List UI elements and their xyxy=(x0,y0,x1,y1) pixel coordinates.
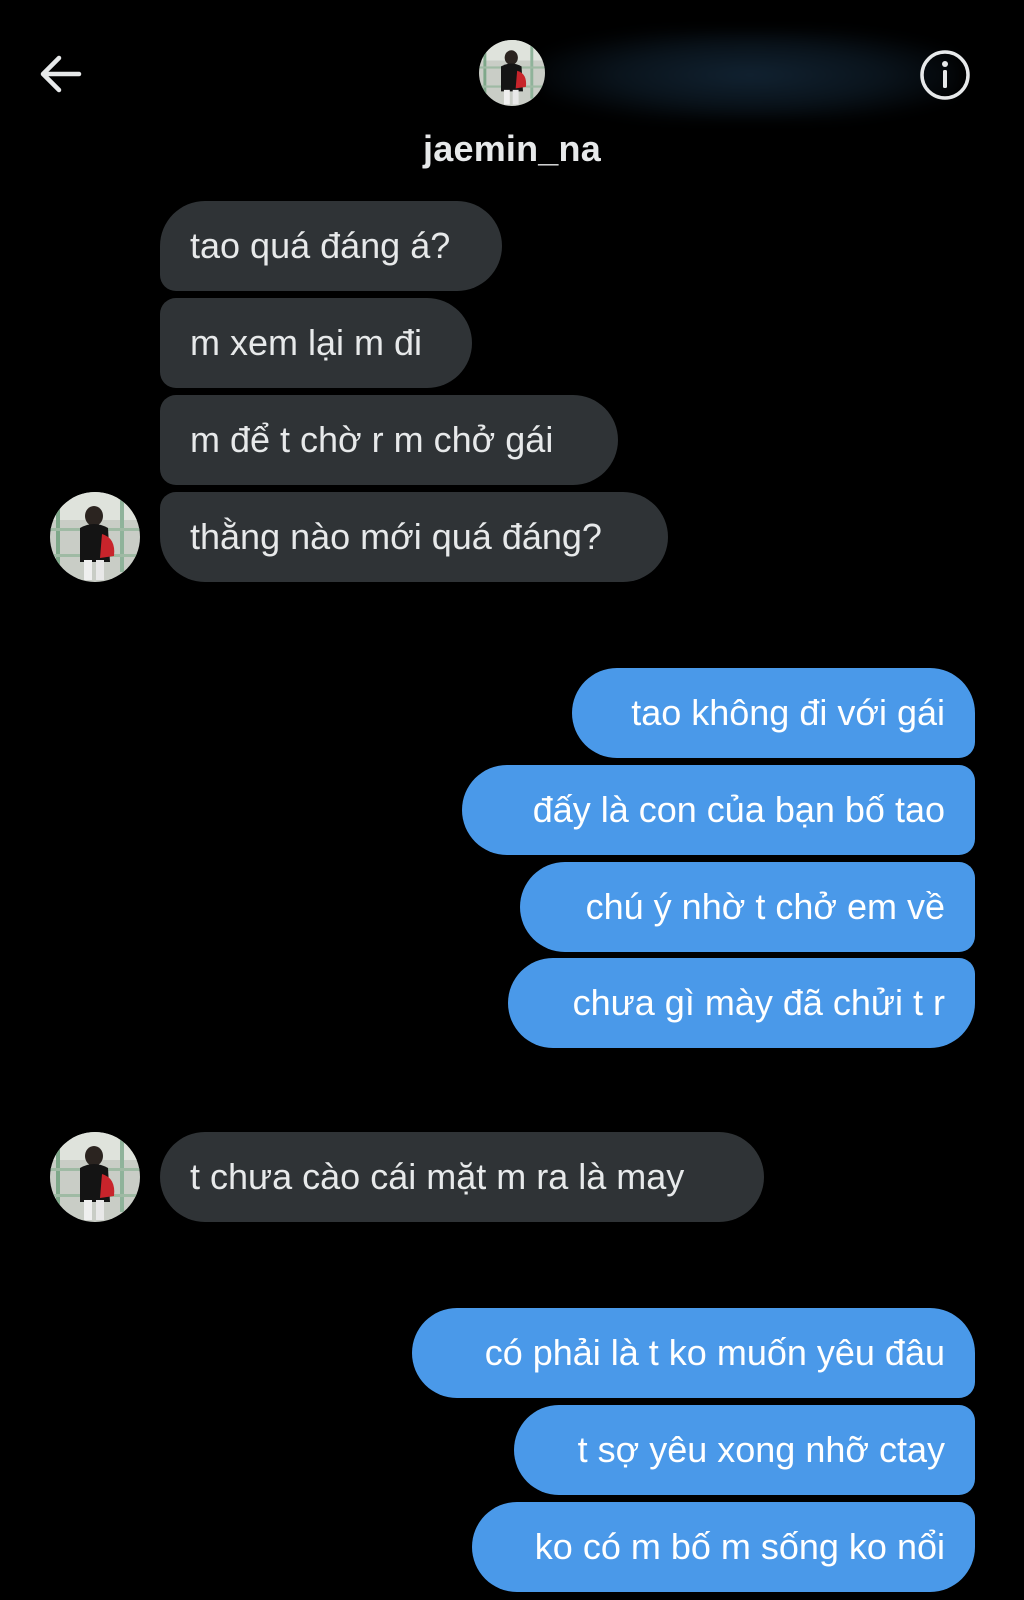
outgoing-message[interactable]: chưa gì mày đã chửi t r xyxy=(508,958,975,1048)
header-avatar[interactable] xyxy=(479,40,545,106)
avatar-image xyxy=(50,1132,140,1222)
incoming-message[interactable]: m để t chờ r m chở gái xyxy=(160,395,618,485)
outgoing-message[interactable]: có phải là t ko muốn yêu đâu xyxy=(412,1308,975,1398)
message-text: chú ý nhờ t chở em về xyxy=(585,886,945,927)
arrow-left-icon xyxy=(40,55,82,93)
message-text: t sợ yêu xong nhỡ ctay xyxy=(577,1429,945,1470)
message-text: đấy là con của bạn bố tao xyxy=(532,789,945,830)
outgoing-message[interactable]: tao không đi với gái xyxy=(572,668,975,758)
incoming-message[interactable]: t chưa cào cái mặt m ra là may xyxy=(160,1132,764,1222)
message-text: ko có m bố m sống ko nổi xyxy=(534,1526,945,1567)
incoming-message[interactable]: thằng nào mới quá đáng? xyxy=(160,492,668,582)
message-text: tao không đi với gái xyxy=(631,692,945,733)
outgoing-message[interactable]: ko có m bố m sống ko nổi xyxy=(472,1502,975,1592)
message-text: chưa gì mày đã chửi t r xyxy=(572,982,945,1023)
message-text: t chưa cào cái mặt m ra là may xyxy=(190,1156,685,1197)
incoming-message[interactable]: m xem lại m đi xyxy=(160,298,472,388)
outgoing-message[interactable]: đấy là con của bạn bố tao xyxy=(462,765,975,855)
message-text: có phải là t ko muốn yêu đâu xyxy=(484,1332,945,1373)
message-text: m để t chờ r m chở gái xyxy=(190,419,554,460)
conversation-header: jaemin_na xyxy=(0,0,1024,190)
outgoing-message[interactable]: t sợ yêu xong nhỡ ctay xyxy=(514,1405,975,1495)
outgoing-message[interactable]: chú ý nhờ t chở em về xyxy=(520,862,975,952)
avatar-image xyxy=(50,492,140,582)
sender-avatar[interactable] xyxy=(50,492,140,582)
message-text: tao quá đáng á? xyxy=(190,225,451,266)
message-text: thằng nào mới quá đáng? xyxy=(190,516,602,557)
username-title[interactable]: jaemin_na xyxy=(0,128,1024,170)
message-text: m xem lại m đi xyxy=(190,322,423,363)
info-button[interactable] xyxy=(914,44,976,106)
blurred-region xyxy=(540,30,960,120)
sender-avatar[interactable] xyxy=(50,1132,140,1222)
info-circle-icon xyxy=(920,50,970,100)
back-button[interactable] xyxy=(32,46,88,102)
avatar-image xyxy=(479,40,545,106)
incoming-message[interactable]: tao quá đáng á? xyxy=(160,201,502,291)
